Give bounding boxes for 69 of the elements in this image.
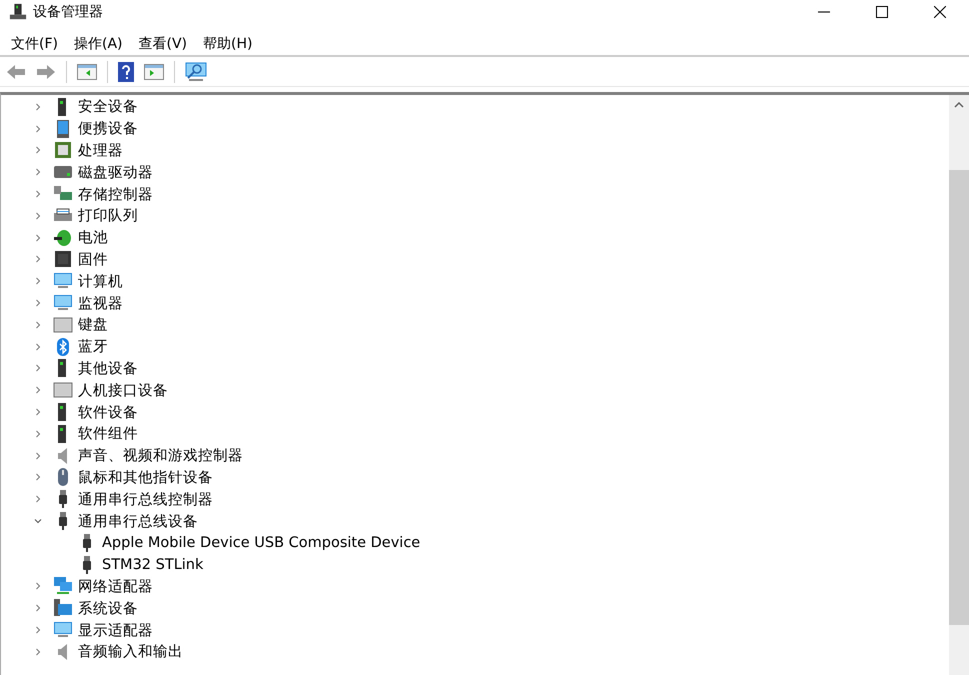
tree-item[interactable]: 蓝牙 [78, 337, 108, 356]
tree-item[interactable]: Apple Mobile Device USB Composite Device [102, 534, 420, 551]
tree-item[interactable]: 电池 [78, 228, 108, 248]
tree-item[interactable]: 通用串行总线控制器 [78, 490, 213, 509]
tree-item[interactable]: 存储控制器 [78, 184, 153, 204]
expand-chevron-icon[interactable] [33, 167, 43, 178]
tree-item[interactable]: 软件组件 [78, 424, 138, 444]
network-icon [53, 576, 73, 596]
tree-item[interactable]: 监视器 [78, 294, 123, 313]
expand-chevron-icon[interactable] [33, 603, 43, 614]
expand-chevron-icon[interactable] [33, 254, 43, 264]
expand-chevron-icon[interactable] [33, 189, 43, 200]
tree-item[interactable]: 网络适配器 [78, 576, 153, 596]
tree-item[interactable]: 鼠标和其他指针设备 [78, 468, 213, 487]
tree-item[interactable]: 键盘 [78, 315, 108, 334]
chip-icon [53, 249, 73, 270]
expand-chevron-icon[interactable] [33, 363, 43, 374]
expand-chevron-icon[interactable] [33, 646, 43, 657]
tree-item[interactable]: 系统设备 [78, 598, 138, 618]
expand-chevron-icon[interactable] [33, 298, 43, 308]
tree-item[interactable]: 便携设备 [78, 119, 138, 138]
expand-chevron-icon[interactable] [33, 472, 43, 482]
tree-item[interactable]: 通用串行总线设备 [78, 512, 198, 531]
tree-item[interactable]: 磁盘驱动器 [78, 162, 153, 182]
chip-icon [53, 140, 73, 160]
tree-item[interactable]: 显示适配器 [78, 620, 153, 640]
expand-chevron-icon[interactable] [33, 145, 43, 156]
tree-item[interactable]: 处理器 [78, 140, 123, 160]
system-folder-icon [53, 598, 73, 618]
tree-item[interactable]: STM32 STLink [102, 556, 204, 573]
battery-plug-icon [53, 228, 73, 248]
menu-item[interactable]: 帮助(H) [195, 33, 260, 55]
scan-monitor-button[interactable] [183, 62, 209, 82]
tree-item[interactable]: 软件设备 [78, 402, 138, 422]
tree-item[interactable]: 音频输入和输出 [78, 642, 183, 662]
expand-chevron-icon[interactable] [33, 581, 43, 592]
action-pane-button[interactable] [142, 62, 166, 80]
tree-item[interactable]: 打印队列 [78, 206, 138, 226]
tree-item[interactable]: 其他设备 [78, 358, 138, 378]
tree-item[interactable]: 计算机 [78, 272, 123, 291]
tree-item[interactable]: 声音、视频和游戏控制器 [78, 446, 243, 466]
tree-item[interactable]: 固件 [78, 250, 108, 269]
help-button[interactable] [116, 62, 136, 82]
expand-chevron-icon[interactable] [33, 232, 43, 243]
expand-chevron-icon[interactable] [33, 276, 43, 286]
console-tree-button[interactable] [75, 62, 99, 80]
expand-chevron-icon[interactable] [33, 385, 43, 396]
scrollbar-thumb[interactable] [949, 170, 969, 625]
tree-item[interactable]: 人机接口设备 [78, 380, 168, 400]
device-tower-icon [9, 2, 27, 20]
expand-chevron-icon[interactable] [33, 210, 43, 221]
expand-chevron-icon[interactable] [33, 320, 43, 330]
menu-item[interactable]: 查看(V) [130, 33, 196, 55]
menu-item[interactable]: 文件(F) [3, 33, 66, 55]
expand-chevron-icon[interactable] [33, 625, 43, 636]
expand-chevron-icon[interactable] [33, 450, 43, 461]
expand-chevron-icon[interactable] [33, 407, 43, 418]
scrollbar[interactable] [949, 95, 969, 675]
expand-chevron-icon[interactable] [33, 102, 43, 112]
expand-chevron-icon[interactable] [33, 428, 43, 439]
close-icon[interactable] [934, 6, 946, 18]
maximize-icon[interactable] [876, 6, 888, 18]
scroll-up-icon[interactable] [954, 102, 964, 108]
expand-chevron-icon[interactable] [33, 342, 43, 352]
tree-item[interactable]: 安全设备 [78, 97, 138, 116]
expand-chevron-icon[interactable] [33, 124, 43, 134]
window-title: 设备管理器 [33, 2, 103, 20]
expand-chevron-icon[interactable] [33, 494, 43, 504]
menu-item[interactable]: 操作(A) [66, 33, 130, 55]
